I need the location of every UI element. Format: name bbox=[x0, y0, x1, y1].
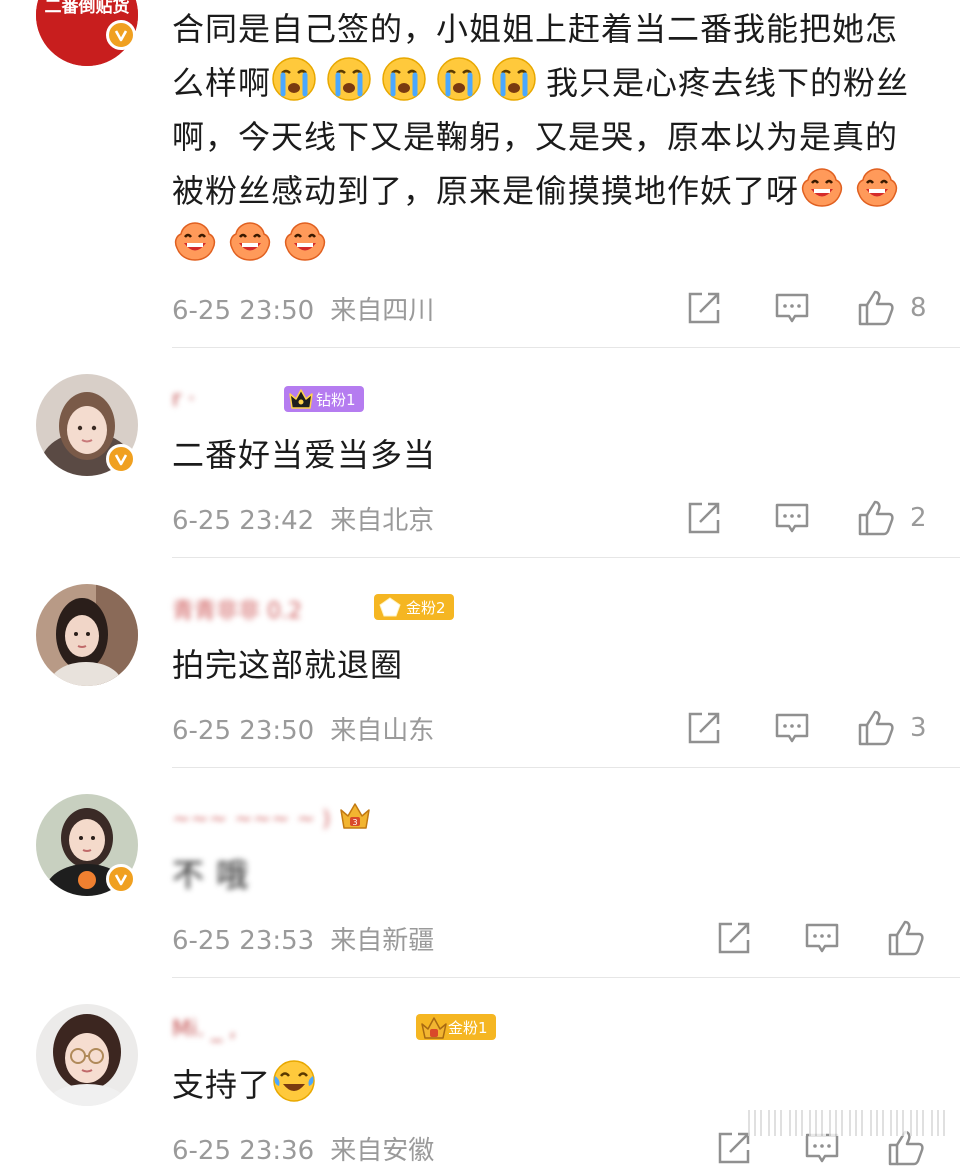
svg-text:3: 3 bbox=[352, 818, 357, 827]
comment-item-1: 二番倒贴货 合同是自己签的，小姐姐上赶着当二番我能把她怎么样啊 我只是心疼去线下的… bbox=[0, 0, 960, 348]
crown-icon bbox=[289, 389, 313, 409]
comment-date: 6-25 23:42 bbox=[172, 506, 315, 536]
comment-actions bbox=[716, 916, 926, 960]
username[interactable]: 青青非非 0.2 bbox=[172, 594, 302, 624]
like-icon bbox=[858, 500, 894, 536]
comment-date: 6-25 23:36 bbox=[172, 1136, 315, 1166]
cry-emoji bbox=[271, 56, 317, 102]
share-button[interactable] bbox=[686, 290, 722, 326]
laugh-emoji bbox=[854, 164, 900, 210]
comment-meta: 6-25 23:53 来自新疆 bbox=[172, 920, 434, 957]
like-icon bbox=[888, 920, 924, 956]
comment-text: 拍完这部就退圈 bbox=[172, 646, 404, 684]
like-count: 2 bbox=[910, 503, 927, 533]
like-icon bbox=[858, 710, 894, 746]
share-button[interactable] bbox=[716, 920, 752, 956]
comment-icon bbox=[805, 923, 839, 953]
comment-location: 来自新疆 bbox=[330, 926, 435, 956]
crown-icon bbox=[421, 1017, 447, 1039]
comment-text: 支持了 bbox=[172, 1058, 922, 1112]
crown-badge-icon: 3 bbox=[338, 800, 372, 838]
comment-meta: 6-25 23:50 来自山东 bbox=[172, 710, 434, 747]
comment-meta: 6-25 23:50 来自四川 bbox=[172, 290, 434, 327]
like-icon bbox=[858, 290, 894, 326]
comment-date: 6-25 23:50 bbox=[172, 716, 315, 746]
comment-actions: 8 bbox=[686, 286, 927, 330]
username[interactable]: ~~~ ~~~ ~ ) bbox=[172, 804, 331, 834]
share-button[interactable] bbox=[686, 500, 722, 536]
comment-button[interactable] bbox=[774, 290, 810, 326]
share-icon bbox=[718, 922, 750, 954]
share-icon bbox=[688, 292, 720, 324]
like-button[interactable]: 8 bbox=[856, 288, 927, 328]
comment-button[interactable] bbox=[774, 500, 810, 536]
cry-emoji bbox=[326, 56, 372, 102]
comment-item-4: ~~~ ~~~ ~ ) 3 不 哦 6-25 23:53 来自新疆 bbox=[0, 768, 960, 978]
fan-badge: 金粉1 bbox=[416, 1014, 496, 1040]
avatar[interactable] bbox=[36, 1004, 138, 1106]
comment-icon bbox=[775, 293, 809, 323]
comment-location: 来自安徽 bbox=[330, 1136, 435, 1166]
laugh-emoji bbox=[282, 218, 328, 264]
comment-text: 二番好当爱当多当 bbox=[172, 436, 437, 474]
tears-of-joy-emoji bbox=[271, 1058, 317, 1104]
comment-location: 来自北京 bbox=[330, 506, 435, 536]
laugh-emoji bbox=[227, 218, 273, 264]
share-icon bbox=[688, 712, 720, 744]
like-button[interactable]: 3 bbox=[856, 708, 927, 748]
cry-emoji bbox=[491, 56, 537, 102]
fan-badge-label: 金粉2 bbox=[406, 598, 446, 617]
comment-icon bbox=[775, 503, 809, 533]
avatar[interactable] bbox=[36, 584, 138, 686]
comment-text-part: 支持了 bbox=[172, 1066, 272, 1104]
share-button[interactable] bbox=[686, 710, 722, 746]
fan-badge-label: 钻粉1 bbox=[316, 390, 356, 409]
laugh-emoji bbox=[172, 218, 218, 264]
share-icon bbox=[688, 502, 720, 534]
comment-button[interactable] bbox=[774, 710, 810, 746]
share-button[interactable] bbox=[716, 1130, 752, 1166]
share-icon bbox=[718, 1132, 750, 1164]
cry-emoji bbox=[381, 56, 427, 102]
like-button[interactable]: 2 bbox=[856, 498, 927, 538]
fan-badge-label: 金粉1 bbox=[448, 1018, 488, 1037]
comment-item-2: r · 钻粉1 二番好当爱当多当 6-25 23:42 来自北京 2 bbox=[0, 348, 960, 558]
comment-date: 6-25 23:50 bbox=[172, 296, 315, 326]
comment-item-3: 青青非非 0.2 金粉2 拍完这部就退圈 6-25 23:50 来自山东 3 bbox=[0, 558, 960, 768]
comment-meta: 6-25 23:36 来自安徽 bbox=[172, 1130, 434, 1167]
comment-text: 合同是自己签的，小姐姐上赶着当二番我能把她怎么样啊 我只是心疼去线下的粉丝啊，今天… bbox=[172, 2, 922, 272]
crown-icon bbox=[379, 597, 401, 617]
laugh-emoji bbox=[799, 164, 845, 210]
verified-badge-icon bbox=[106, 444, 136, 474]
verified-badge-icon bbox=[106, 20, 136, 50]
username[interactable]: Mi. _ , bbox=[172, 1014, 236, 1044]
avatar-label: 二番倒贴货 bbox=[45, 0, 130, 17]
fan-badge: 金粉2 bbox=[374, 594, 454, 620]
like-count: 3 bbox=[910, 713, 927, 743]
cry-emoji bbox=[436, 56, 482, 102]
comment-icon bbox=[775, 713, 809, 743]
comment-button[interactable] bbox=[804, 920, 840, 956]
comment-actions: 3 bbox=[686, 706, 927, 750]
watermark bbox=[748, 1110, 948, 1136]
like-button[interactable] bbox=[886, 918, 926, 958]
fan-badge: 钻粉1 bbox=[284, 386, 364, 412]
like-count: 8 bbox=[910, 293, 927, 323]
comment-text: 不 哦 bbox=[172, 856, 250, 894]
comment-meta: 6-25 23:42 来自北京 bbox=[172, 500, 434, 537]
comment-location: 来自山东 bbox=[330, 716, 435, 746]
comment-date: 6-25 23:53 bbox=[172, 926, 315, 956]
comment-actions: 2 bbox=[686, 496, 927, 540]
verified-badge-icon bbox=[106, 864, 136, 894]
username[interactable]: r · bbox=[172, 384, 195, 414]
comment-location: 来自四川 bbox=[330, 296, 435, 326]
